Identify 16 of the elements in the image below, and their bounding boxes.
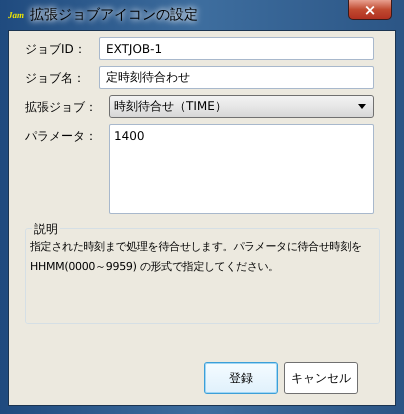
caret-icon [358, 104, 366, 109]
window-title: 拡張ジョブアイコンの設定 [30, 6, 198, 24]
app-logo: Jam [8, 10, 24, 20]
text-area[interactable]: 1400 [109, 124, 374, 214]
close-button[interactable]: × [348, 0, 392, 20]
input-field[interactable]: EXTJOB-1 [99, 37, 374, 60]
field-label: 拡張ジョブ： [25, 99, 98, 116]
field-label: ジョブ名： [25, 70, 86, 87]
group-title: 説明 [32, 221, 60, 238]
dropdown[interactable]: 時刻待合せ（TIME） [109, 95, 374, 118]
field-label: ジョブID： [25, 41, 87, 58]
field-label: パラメータ： [25, 128, 98, 145]
input-field[interactable]: 定時刻待合わせ [99, 66, 374, 89]
dialog-button[interactable]: 登録 [204, 362, 278, 394]
dialog-button[interactable]: キャンセル [284, 362, 358, 394]
description-text: 指定された時刻まで処理を待合せします。パラメータに待合せ時刻を HHMM(0000～9959) の形式で指定してください。 [30, 239, 363, 275]
